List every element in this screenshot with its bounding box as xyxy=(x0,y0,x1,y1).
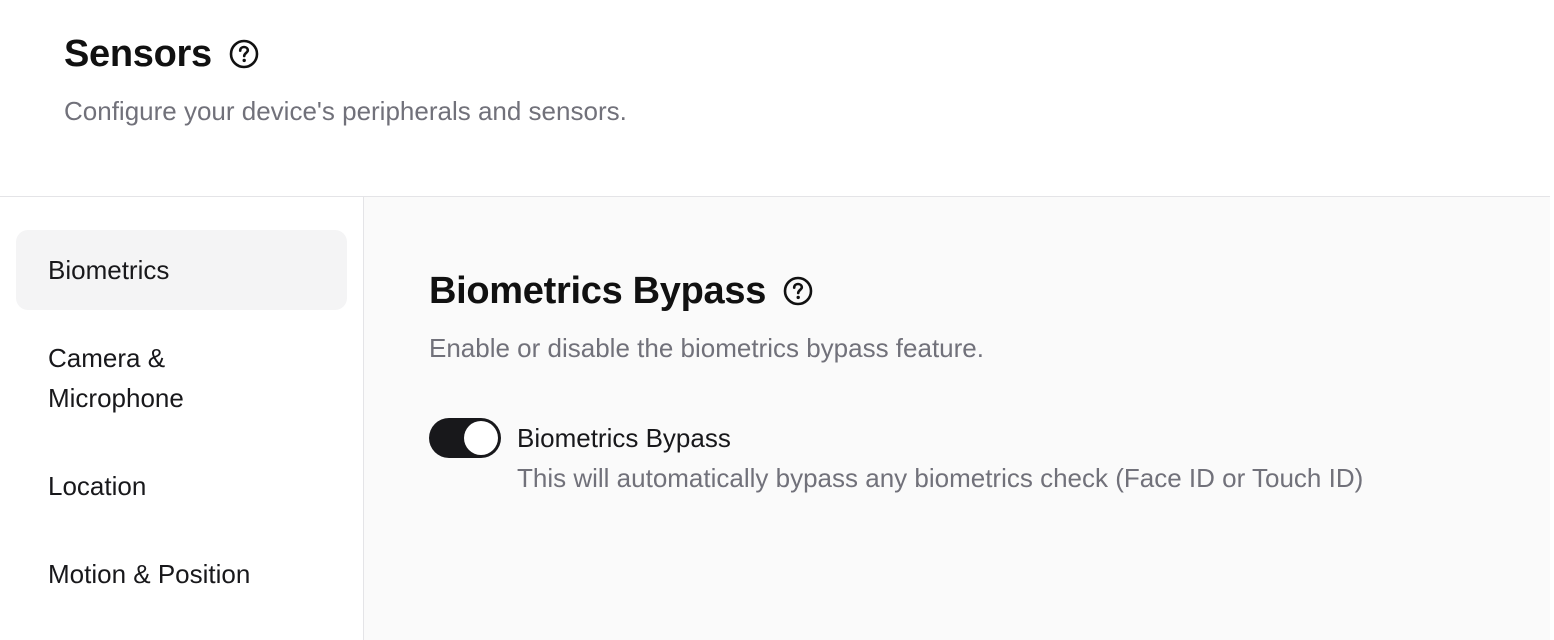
biometrics-bypass-toggle[interactable] xyxy=(429,418,501,458)
sidebar-item-camera-microphone[interactable]: Camera & Microphone xyxy=(16,338,276,418)
page-title: Sensors xyxy=(64,32,212,75)
help-circle-icon[interactable] xyxy=(228,38,260,70)
page-subtitle: Configure your device's peripherals and … xyxy=(64,96,627,126)
section-title-row: Biometrics Bypass xyxy=(429,267,814,315)
toggle-description: This will automatically bypass any biome… xyxy=(517,463,1364,493)
sidebar-item-label: Biometrics xyxy=(48,255,170,285)
settings-panel: Biometrics Bypass Enable or disable the … xyxy=(364,197,1550,640)
sidebar-item-label: Motion & Position xyxy=(48,559,251,589)
page-title-row: Sensors xyxy=(64,30,260,78)
sidebar-item-biometrics[interactable]: Biometrics xyxy=(16,230,347,310)
page-header: Sensors Configure your device's peripher… xyxy=(0,0,1550,197)
help-circle-icon[interactable] xyxy=(782,275,814,307)
sidebar-nav: Biometrics Camera & Microphone Location … xyxy=(0,197,364,640)
sidebar-item-location[interactable]: Location xyxy=(16,466,347,506)
toggle-label[interactable]: Biometrics Bypass xyxy=(517,418,731,458)
section-title: Biometrics Bypass xyxy=(429,269,767,312)
sidebar-item-motion-position[interactable]: Motion & Position xyxy=(16,554,347,594)
toggle-knob xyxy=(464,421,498,455)
sidebar-item-label: Location xyxy=(48,471,147,501)
sidebar-item-label: Camera & Microphone xyxy=(48,343,184,413)
section-description: Enable or disable the biometrics bypass … xyxy=(429,333,984,363)
